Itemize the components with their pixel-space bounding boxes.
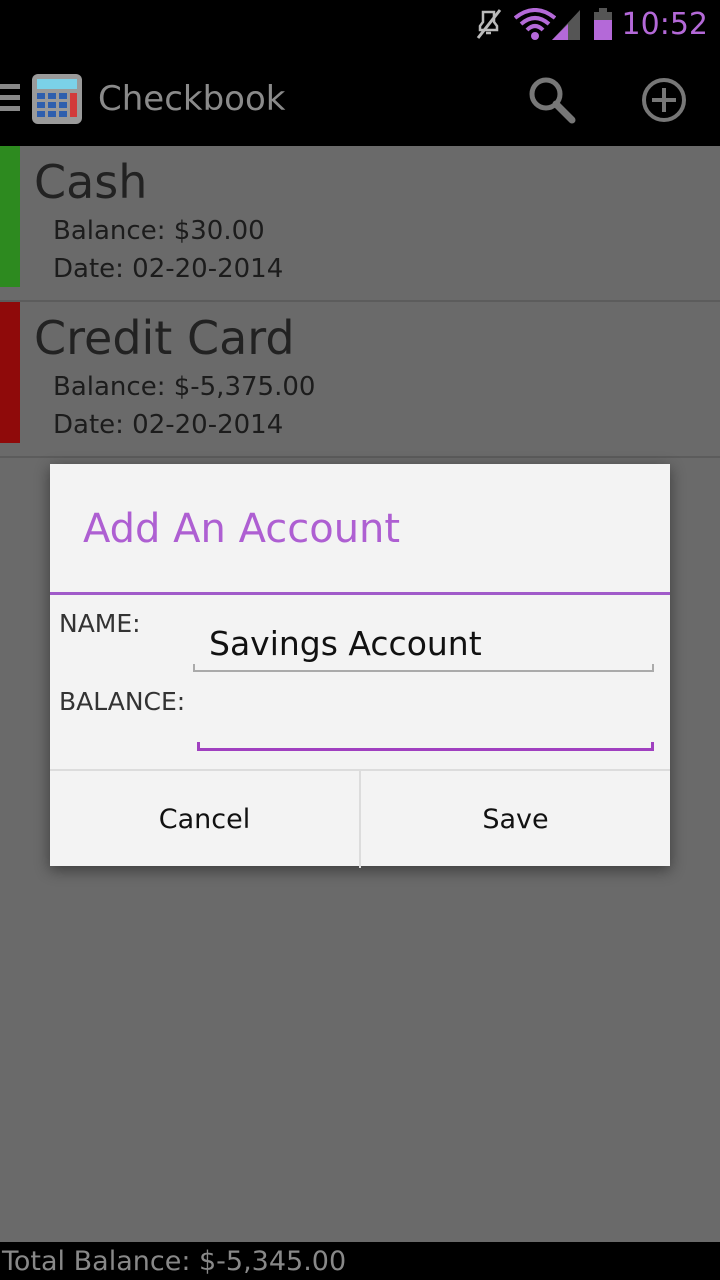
add-circle-icon[interactable] [640, 76, 688, 128]
menu-icon[interactable] [0, 82, 22, 118]
name-field-underline [193, 670, 654, 672]
account-name: Cash [34, 155, 148, 209]
total-balance: Total Balance: $-5,345.00 [2, 1246, 347, 1277]
mute-icon [474, 8, 504, 46]
dialog-divider [50, 592, 670, 595]
signal-icon [552, 8, 582, 46]
account-color-stripe [0, 146, 20, 287]
status-time: 10:52 [621, 7, 708, 42]
account-date: Date: 02-20-2014 [53, 254, 284, 284]
balance-field-underline [197, 748, 654, 751]
wifi-icon [513, 8, 557, 46]
balance-field-underline-tick-left [197, 742, 200, 751]
balance-field[interactable] [196, 696, 652, 746]
name-field-underline-tick-left [193, 664, 195, 672]
dialog-title: Add An Account [83, 506, 401, 552]
save-button[interactable]: Save [361, 771, 670, 868]
cancel-button[interactable]: Cancel [50, 771, 359, 868]
list-item[interactable]: Cash Balance: $30.00 Date: 02-20-2014 [0, 146, 720, 302]
account-color-stripe [0, 302, 20, 443]
account-name: Credit Card [34, 311, 295, 365]
footer-bar: Total Balance: $-5,345.00 [0, 1242, 720, 1280]
dialog-button-row: Cancel Save [50, 769, 670, 868]
status-bar: 10:52 [0, 0, 720, 50]
account-balance: Balance: $30.00 [53, 216, 265, 246]
app-title: Checkbook [98, 79, 286, 119]
balance-label: BALANCE: [59, 687, 186, 716]
name-field[interactable] [196, 618, 652, 668]
battery-icon [592, 8, 616, 46]
balance-field-underline-tick-right [651, 742, 654, 751]
name-label: NAME: [59, 609, 141, 638]
search-icon[interactable] [528, 76, 576, 128]
action-bar: Checkbook [0, 50, 720, 146]
account-balance: Balance: $-5,375.00 [53, 372, 316, 402]
calculator-app-icon[interactable] [31, 73, 83, 129]
name-field-underline-tick-right [652, 664, 654, 672]
account-date: Date: 02-20-2014 [53, 410, 284, 440]
account-list: Cash Balance: $30.00 Date: 02-20-2014 Cr… [0, 146, 720, 458]
add-account-dialog: Add An Account NAME: BALANCE: Cancel Sav… [50, 464, 670, 868]
list-item[interactable]: Credit Card Balance: $-5,375.00 Date: 02… [0, 302, 720, 458]
